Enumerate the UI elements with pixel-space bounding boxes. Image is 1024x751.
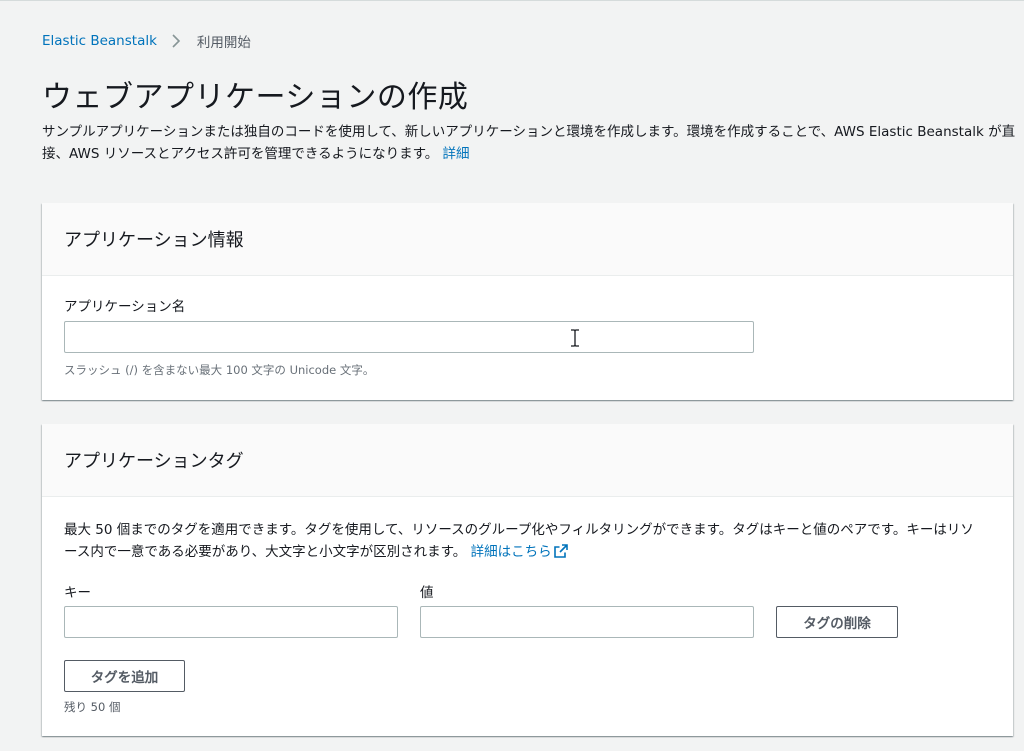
chevron-right-icon — [169, 34, 183, 48]
breadcrumb: Elastic Beanstalk 利用開始 — [42, 31, 251, 51]
tag-value-label: 値 — [420, 585, 434, 601]
tags-learn-more-link[interactable]: 詳細はこちら — [471, 544, 568, 560]
application-info-panel: アプリケーション情報 アプリケーション名 スラッシュ (/) を含まない最大 1… — [42, 203, 1013, 400]
remove-tag-button[interactable]: タグの削除 — [776, 606, 898, 638]
application-name-label: アプリケーション名 — [64, 299, 186, 315]
application-tags-description: 最大 50 個までのタグを適用できます。タグを使用して、リソースのグループ化やフ… — [64, 519, 984, 563]
application-tags-header: アプリケーションタグ — [42, 424, 1013, 497]
application-name-hint: スラッシュ (/) を含まない最大 100 文字の Unicode 文字。 — [64, 363, 375, 377]
application-tags-title: アプリケーションタグ — [64, 451, 244, 472]
learn-more-link[interactable]: 詳細 — [443, 146, 470, 162]
application-info-title: アプリケーション情報 — [64, 230, 244, 251]
page-description-text: サンプルアプリケーションまたは独自のコードを使用して、新しいアプリケーションと環… — [42, 124, 1016, 162]
top-border — [0, 0, 1024, 1]
page-description: サンプルアプリケーションまたは独自のコードを使用して、新しいアプリケーションと環… — [42, 121, 1017, 165]
application-info-header: アプリケーション情報 — [42, 203, 1013, 276]
application-tags-panel: アプリケーションタグ 最大 50 個までのタグを適用できます。タグを使用して、リ… — [42, 424, 1013, 736]
add-tag-button[interactable]: タグを追加 — [64, 660, 185, 692]
tags-learn-more-label: 詳細はこちら — [470, 544, 552, 560]
external-link-icon — [553, 543, 568, 558]
tags-remaining-count: 残り 50 個 — [64, 700, 121, 714]
breadcrumb-current: 利用開始 — [196, 35, 251, 51]
application-name-input[interactable] — [64, 321, 754, 353]
tag-key-label: キー — [64, 585, 91, 601]
tag-key-input[interactable] — [64, 606, 398, 638]
tag-value-input[interactable] — [420, 606, 754, 638]
text-cursor-icon — [570, 329, 580, 347]
breadcrumb-elastic-beanstalk-link[interactable]: Elastic Beanstalk — [42, 33, 157, 49]
page-title: ウェブアプリケーションの作成 — [42, 80, 469, 115]
